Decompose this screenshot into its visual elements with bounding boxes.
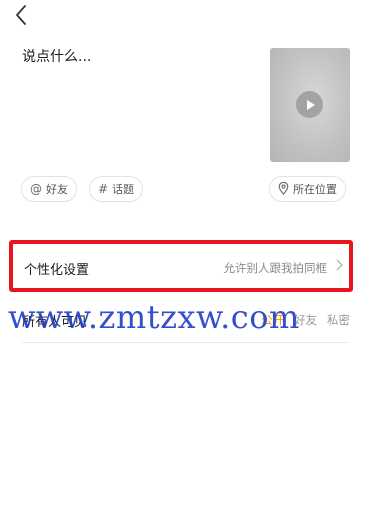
personalization-setting-row[interactable]: 个性化设置 允许别人跟我拍同框 (9, 240, 353, 292)
mention-friends-chip[interactable]: @ 好友 (21, 176, 77, 202)
visibility-option-public[interactable]: 公开 (261, 312, 284, 328)
setting-value: 允许别人跟我拍同框 (223, 261, 328, 275)
hashtag-icon: # (98, 182, 109, 196)
location-pin-icon (278, 181, 289, 197)
chip-label: 所在位置 (293, 183, 337, 196)
visibility-row[interactable]: 所有人可见 公开 好友 私密 (22, 306, 350, 343)
chip-label: 好友 (46, 183, 68, 196)
visibility-option-friends[interactable]: 好友 (294, 312, 317, 328)
visibility-options: 公开 好友 私密 (261, 312, 350, 328)
chevron-right-icon (336, 259, 343, 275)
at-icon: @ (30, 182, 42, 196)
visibility-label: 所有人可见 (22, 315, 88, 330)
back-button[interactable] (8, 2, 34, 28)
caption-input[interactable]: 说点什么... (22, 46, 91, 66)
play-icon (296, 91, 323, 118)
chip-label: 话题 (112, 183, 135, 196)
location-chip[interactable]: 所在位置 (269, 176, 346, 202)
topic-chip[interactable]: # 话题 (89, 176, 144, 202)
chevron-left-icon (16, 5, 26, 25)
setting-label: 个性化设置 (24, 263, 90, 278)
visibility-option-private[interactable]: 私密 (327, 312, 350, 328)
video-thumbnail[interactable] (270, 48, 350, 162)
